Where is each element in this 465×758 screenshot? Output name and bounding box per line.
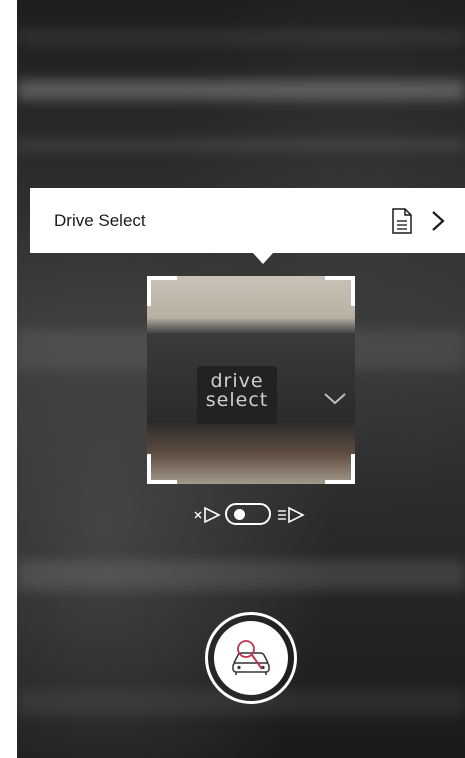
flash-off-icon	[194, 506, 221, 524]
frame-corner	[325, 454, 355, 484]
result-title: Drive Select	[54, 210, 146, 230]
background-blur	[17, 30, 465, 44]
background-blur	[17, 140, 465, 150]
frame-corner	[147, 454, 177, 484]
camera-preview: Drive Select drive select	[17, 0, 465, 758]
frame-corner	[325, 276, 355, 306]
capture-button[interactable]	[205, 612, 297, 704]
chevron-down-icon	[324, 393, 346, 405]
capture-button-inner	[214, 621, 288, 695]
frame-corner	[147, 276, 177, 306]
flash-on-icon	[278, 506, 305, 524]
background-blur	[17, 560, 465, 590]
car-search-icon	[232, 640, 270, 675]
document-icon[interactable]	[391, 207, 413, 234]
flash-toggle[interactable]	[225, 503, 271, 525]
flash-control[interactable]	[193, 502, 313, 528]
background-blur	[17, 80, 465, 100]
toggle-knob	[234, 509, 245, 520]
scan-frame: drive select	[147, 276, 355, 484]
photo-button-label: drive select	[205, 370, 269, 411]
chevron-right-icon[interactable]	[431, 210, 445, 232]
result-card[interactable]: Drive Select	[30, 188, 465, 264]
